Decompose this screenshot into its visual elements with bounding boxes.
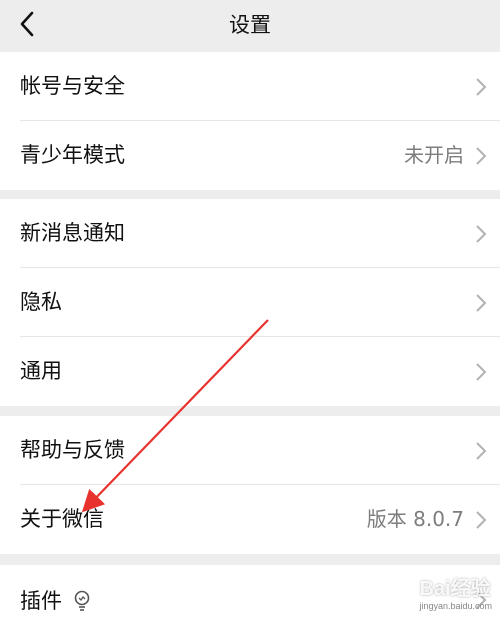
settings-item-label: 青少年模式 bbox=[20, 143, 125, 167]
settings-item-general[interactable]: 通用 bbox=[0, 337, 500, 406]
chevron-right-icon bbox=[476, 78, 487, 96]
chevron-right-icon bbox=[476, 225, 487, 243]
chevron-right-icon bbox=[476, 442, 487, 460]
settings-item-help-feedback[interactable]: 帮助与反馈 bbox=[0, 416, 500, 485]
settings-item-account-security[interactable]: 帐号与安全 bbox=[0, 52, 500, 121]
settings-item-value: 未开启 bbox=[404, 143, 464, 167]
settings-item-privacy[interactable]: 隐私 bbox=[0, 268, 500, 337]
settings-item-label: 通用 bbox=[20, 359, 62, 383]
lightbulb-icon bbox=[74, 590, 90, 611]
settings-group-support: 帮助与反馈 关于微信 版本 8.0.7 bbox=[0, 416, 500, 554]
settings-item-label-group: 插件 bbox=[20, 565, 92, 634]
settings-group-general: 新消息通知 隐私 通用 bbox=[0, 199, 500, 406]
settings-item-label: 隐私 bbox=[20, 290, 62, 314]
chevron-right-icon bbox=[476, 147, 487, 165]
page-title: 设置 bbox=[229, 13, 271, 37]
settings-item-teen-mode[interactable]: 青少年模式 未开启 bbox=[0, 121, 500, 190]
watermark-domain: jingyan.baidu.com bbox=[419, 601, 492, 611]
settings-item-label: 帐号与安全 bbox=[20, 74, 125, 98]
settings-group-account: 帐号与安全 青少年模式 未开启 bbox=[0, 52, 500, 190]
chevron-right-icon bbox=[476, 511, 487, 529]
settings-item-label: 关于微信 bbox=[20, 507, 104, 531]
chevron-right-icon bbox=[476, 294, 487, 312]
watermark-brand: Bai经验 bbox=[419, 578, 491, 600]
settings-item-about-wechat[interactable]: 关于微信 版本 8.0.7 bbox=[0, 485, 500, 554]
settings-item-value: 版本 8.0.7 bbox=[366, 507, 464, 531]
chevron-right-icon bbox=[476, 363, 487, 381]
navigation-bar: 设置 bbox=[0, 0, 500, 50]
watermark: Bai经验 jingyan.baidu.com bbox=[419, 572, 492, 611]
settings-item-label: 新消息通知 bbox=[20, 221, 125, 245]
settings-item-label: 插件 bbox=[20, 588, 62, 613]
settings-item-label: 帮助与反馈 bbox=[20, 438, 125, 462]
settings-item-notifications[interactable]: 新消息通知 bbox=[0, 199, 500, 268]
